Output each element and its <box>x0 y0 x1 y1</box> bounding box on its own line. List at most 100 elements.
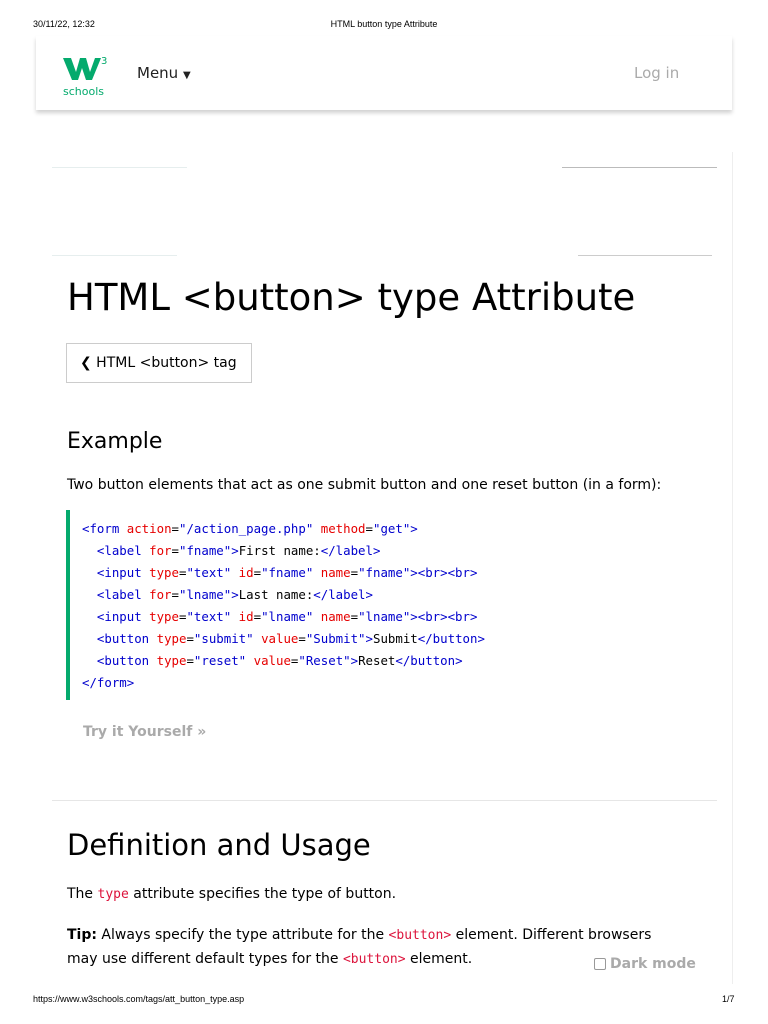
code-token: "fname" <box>358 565 411 580</box>
text: may use different default types for the <box>67 951 343 967</box>
code-token: > <box>410 521 418 536</box>
code-token: Reset <box>358 653 396 668</box>
code-token: </label> <box>320 543 381 558</box>
code-token: type <box>149 565 179 580</box>
svg-text:3: 3 <box>101 56 107 67</box>
code-token: Submit <box>373 631 418 646</box>
definition-heading: Definition and Usage <box>67 828 371 862</box>
menu-label: Menu <box>137 64 179 82</box>
code-line: <label for="lname">Last name:</label> <box>82 584 717 606</box>
top-navbar: 3 schools Menu ▼ Log in <box>36 36 732 110</box>
page-title: HTML <button> type Attribute <box>67 276 636 319</box>
code-token: type <box>156 631 187 646</box>
code-token: "submit" <box>193 631 262 646</box>
code-line: </form> <box>82 672 717 694</box>
code-token: name <box>320 609 351 624</box>
code-line: <label for="fname">First name:</label> <box>82 540 717 562</box>
code-token: <label <box>82 587 150 602</box>
code-token: = <box>253 609 262 624</box>
code-keyword: <button> <box>388 928 452 943</box>
back-to-button-tag-button[interactable]: ❮ HTML <button> tag <box>66 343 252 383</box>
code-token: > <box>365 631 373 646</box>
example-heading: Example <box>67 429 163 454</box>
code-token: "lname" <box>179 587 232 602</box>
code-token: = <box>253 565 262 580</box>
try-it-yourself-button[interactable]: Try it Yourself » <box>83 724 206 740</box>
code-token: > <box>350 653 359 668</box>
code-token: "text" <box>186 609 239 624</box>
code-line: <button type="reset" value="Reset">Reset… <box>82 650 717 672</box>
text: Always specify the type attribute for th… <box>96 927 389 943</box>
code-token: "text" <box>186 565 239 580</box>
code-example: <form action="/action_page.php" method="… <box>66 510 717 700</box>
code-token: "/action_page.php" <box>179 521 321 536</box>
code-token: "lname" <box>358 609 411 624</box>
code-token: <label <box>82 543 150 558</box>
tip-label: Tip: <box>67 927 97 943</box>
code-token: First name: <box>238 543 321 558</box>
menu-button[interactable]: Menu ▼ <box>137 64 191 82</box>
code-token: > <box>231 587 239 602</box>
code-token: for <box>149 587 172 602</box>
content-border <box>732 152 733 1002</box>
code-token: "Reset" <box>298 653 351 668</box>
code-token: = <box>298 631 306 646</box>
code-token: action <box>126 521 172 536</box>
ad-divider <box>578 255 712 256</box>
example-description: Two button elements that act as one subm… <box>67 477 662 493</box>
code-token: <button <box>82 653 157 668</box>
checkbox-icon[interactable] <box>594 958 606 970</box>
code-token: ><br><br> <box>410 609 478 624</box>
print-page-number: 1/7 <box>722 994 735 1004</box>
code-token: id <box>238 609 254 624</box>
code-token: = <box>186 631 194 646</box>
code-line: <form action="/action_page.php" method="… <box>82 518 717 540</box>
code-keyword: <button> <box>342 952 406 967</box>
ad-divider <box>52 167 187 168</box>
code-token: = <box>171 543 179 558</box>
tip-line-1: Tip: Always specify the type attribute f… <box>67 927 651 943</box>
code-token: </button> <box>417 631 485 646</box>
caret-down-icon: ▼ <box>182 70 191 81</box>
code-token: "fname" <box>179 543 232 558</box>
login-link[interactable]: Log in <box>634 64 679 82</box>
code-line: <input type="text" id="fname" name="fnam… <box>82 562 717 584</box>
code-line: <input type="text" id="lname" name="lnam… <box>82 606 717 628</box>
code-keyword: type <box>97 887 129 902</box>
code-token: "reset" <box>193 653 254 668</box>
tip-line-2: may use different default types for the … <box>67 951 472 967</box>
text: element. <box>405 951 473 967</box>
code-token: </form> <box>82 675 135 690</box>
code-token: </label> <box>313 587 373 602</box>
divider <box>52 800 717 801</box>
svg-text:schools: schools <box>63 85 104 98</box>
code-token: <input <box>82 565 150 580</box>
code-token: = <box>350 609 359 624</box>
w3schools-logo[interactable]: 3 schools <box>62 54 108 98</box>
code-token: > <box>231 543 239 558</box>
ad-divider <box>562 167 717 168</box>
dark-mode-toggle[interactable]: Dark mode <box>594 956 696 972</box>
definition-paragraph: The type attribute specifies the type of… <box>67 886 396 902</box>
code-token: = <box>186 653 194 668</box>
code-token: method <box>320 521 366 536</box>
text: The <box>67 886 98 902</box>
code-token: <form <box>82 521 127 536</box>
ad-divider <box>52 255 177 256</box>
code-token: "get" <box>372 521 411 536</box>
code-token: = <box>171 587 179 602</box>
print-url: https://www.w3schools.com/tags/att_butto… <box>33 994 245 1004</box>
code-token: ><br><br> <box>410 565 478 580</box>
code-token: = <box>171 521 179 536</box>
code-token: <button <box>82 631 157 646</box>
code-token: type <box>156 653 187 668</box>
code-line: <button type="submit" value="Submit">Sub… <box>82 628 717 650</box>
text: element. Different browsers <box>451 927 652 943</box>
code-token: for <box>149 543 172 558</box>
code-token: type <box>149 609 179 624</box>
print-footer <box>0 984 768 1024</box>
code-token: <input <box>82 609 150 624</box>
code-token: "Submit" <box>305 631 366 646</box>
code-token: = <box>365 521 373 536</box>
code-token: value <box>253 653 291 668</box>
